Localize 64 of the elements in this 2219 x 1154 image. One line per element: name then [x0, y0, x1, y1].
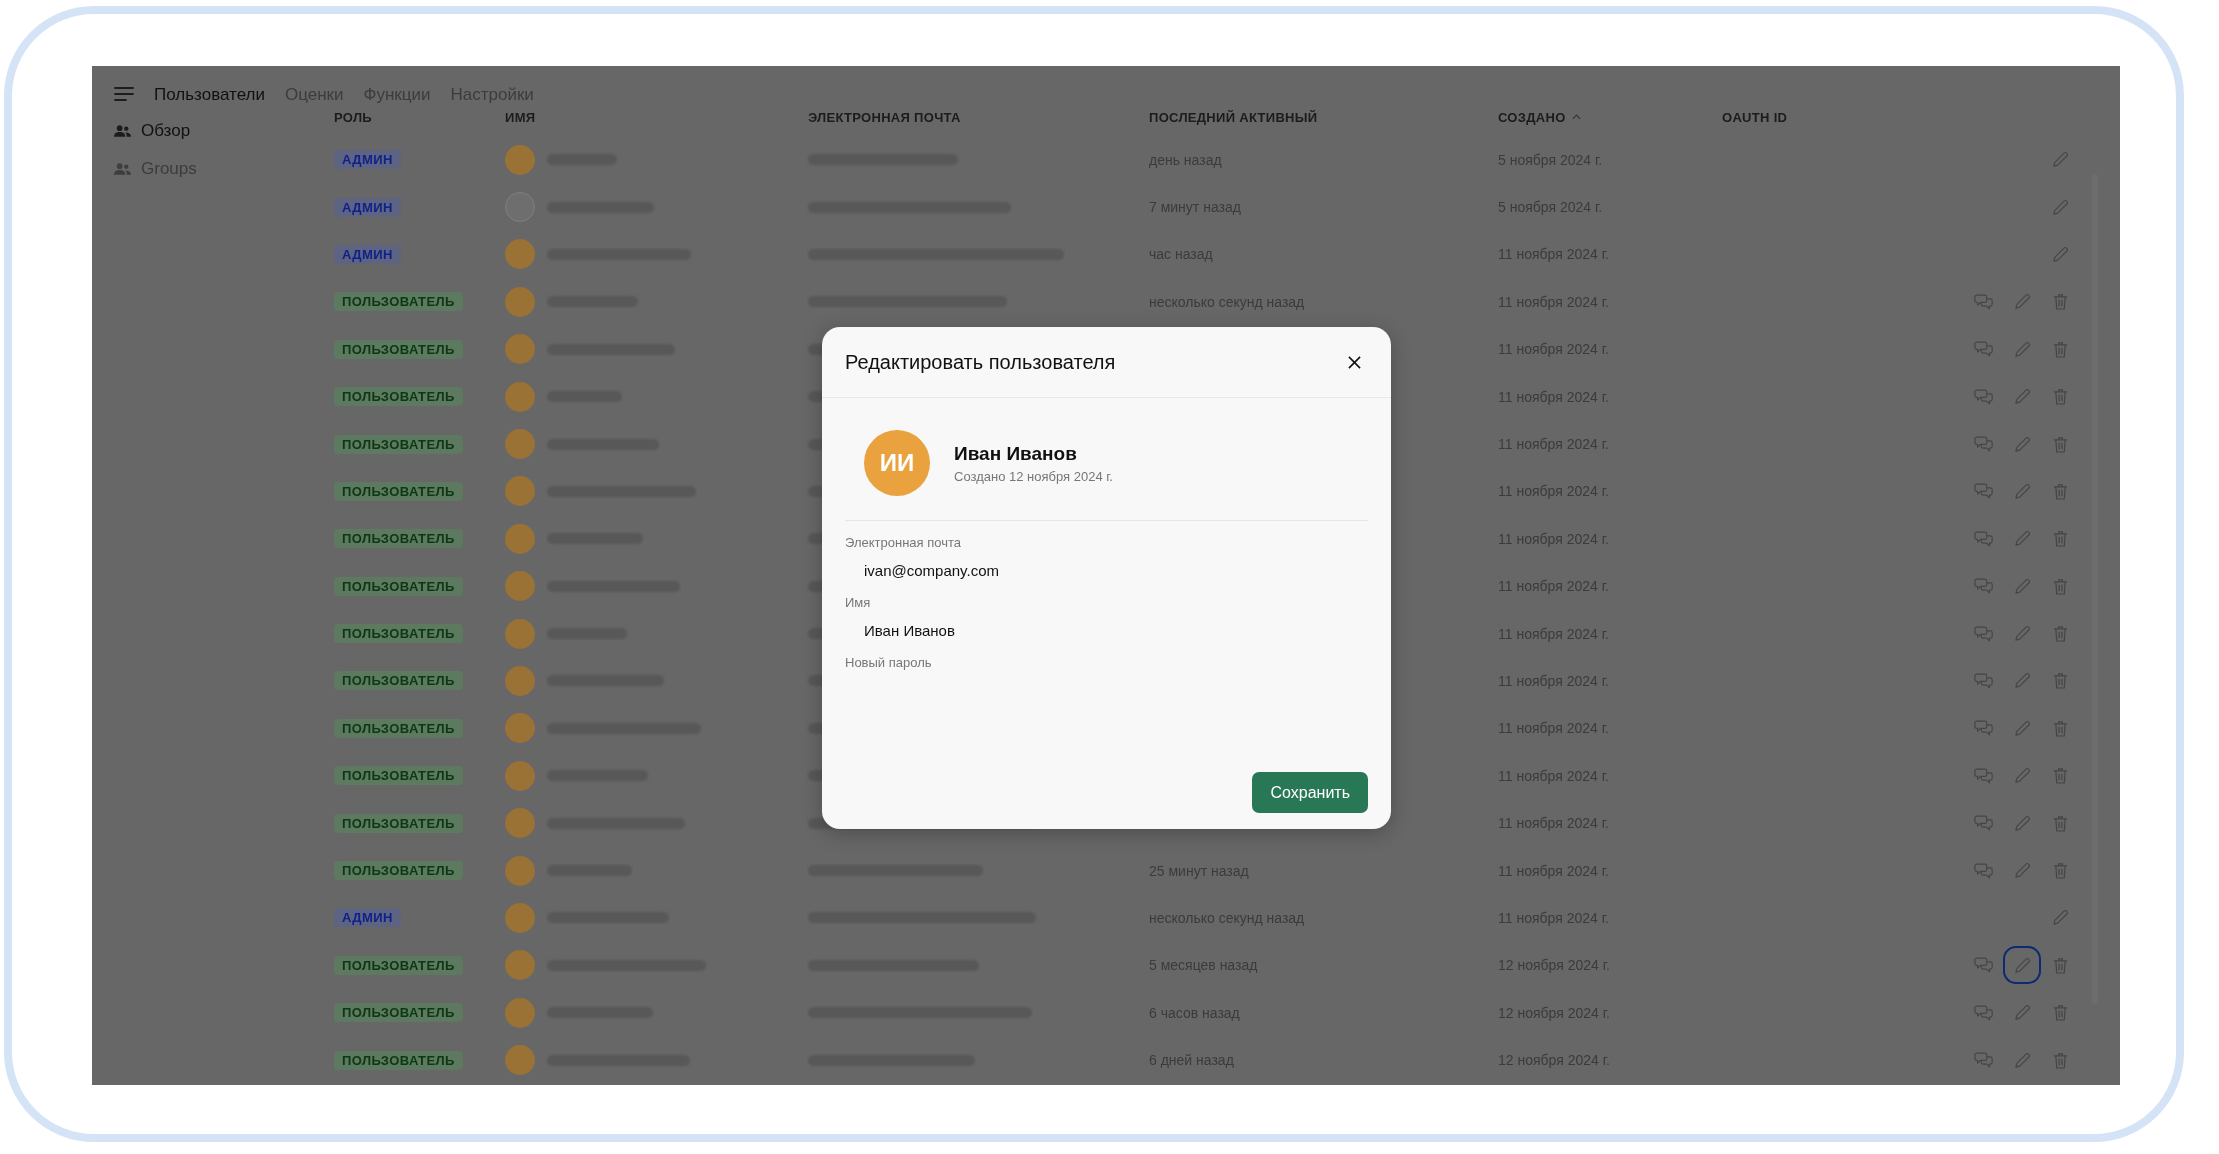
nav-tab[interactable]: Пользователи — [154, 84, 265, 106]
role-badge: ПОЛЬЗОВАТЕЛЬ — [334, 955, 463, 975]
role-badge: ПОЛЬЗОВАТЕЛЬ — [334, 1003, 463, 1023]
pencil-icon — [2051, 245, 2069, 263]
pencil-icon — [2013, 577, 2031, 595]
role-badge: ПОЛЬЗОВАТЕЛЬ — [334, 766, 463, 786]
avatar: ИИ — [864, 430, 930, 496]
role-badge: ПОЛЬЗОВАТЕЛЬ — [334, 387, 463, 407]
save-button[interactable]: Сохранить — [1252, 772, 1368, 813]
role-badge: АДМИН — [334, 244, 401, 264]
created-date: Создано 12 ноября 2024 г. — [954, 468, 1113, 484]
dialog-title: Редактировать пользователя — [845, 350, 1116, 374]
close-icon[interactable] — [1348, 355, 1361, 369]
pencil-icon — [2013, 956, 2031, 974]
pencil-icon — [2013, 293, 2031, 311]
role-badge: ПОЛЬЗОВАТЕЛЬ — [334, 481, 463, 501]
column-header[interactable]: СОЗДАНО — [1498, 109, 1581, 125]
field-label: Электронная почта — [845, 535, 961, 550]
input-field[interactable]: ivan@company.com — [845, 554, 1183, 587]
pencil-icon — [2013, 1051, 2031, 1069]
role-badge: ПОЛЬЗОВАТЕЛЬ — [334, 529, 463, 549]
role-badge: ПОЛЬЗОВАТЕЛЬ — [334, 292, 463, 312]
pencil-icon — [2013, 862, 2031, 880]
role-badge: ПОЛЬЗОВАТЕЛЬ — [334, 434, 463, 454]
role-badge: ПОЛЬЗОВАТЕЛЬ — [334, 339, 463, 359]
user-name: Иван Иванов — [954, 442, 1077, 465]
pencil-icon — [2013, 388, 2031, 406]
pencil-icon — [2013, 482, 2031, 500]
pencil-icon — [2013, 530, 2031, 548]
role-badge: ПОЛЬЗОВАТЕЛЬ — [334, 718, 463, 738]
pencil-icon — [2051, 198, 2069, 216]
sidebar-item[interactable]: Обзор — [114, 112, 334, 150]
role-badge: АДМИН — [334, 150, 401, 170]
column-header[interactable]: OAUTH ID — [1722, 109, 1788, 125]
pencil-icon — [2013, 625, 2031, 643]
users-icon — [114, 162, 131, 176]
pencil-icon — [2013, 435, 2031, 453]
role-badge: ПОЛЬЗОВАТЕЛЬ — [334, 1050, 463, 1070]
input-field[interactable]: Иван Иванов — [845, 614, 1183, 647]
column-header[interactable]: ИМЯ — [505, 109, 536, 125]
sort-caret-icon — [1571, 114, 1581, 120]
role-badge: АДМИН — [334, 908, 401, 928]
pencil-icon — [2013, 814, 2031, 832]
column-header[interactable]: ПОСЛЕДНИЙ АКТИВНЫЙ — [1149, 109, 1318, 125]
role-badge: АДМИН — [334, 197, 401, 217]
menu-icon[interactable] — [114, 87, 134, 101]
column-header[interactable]: РОЛЬ — [334, 109, 372, 125]
field-label: Имя — [845, 595, 871, 610]
role-badge: ПОЛЬЗОВАТЕЛЬ — [334, 671, 463, 691]
role-badge: ПОЛЬЗОВАТЕЛЬ — [334, 861, 463, 881]
users-icon — [114, 124, 131, 138]
edit-button[interactable] — [2003, 946, 2041, 985]
column-header[interactable]: ЭЛЕКТРОННАЯ ПОЧТА — [808, 109, 961, 125]
pencil-icon — [2051, 909, 2069, 927]
pencil-icon — [2013, 340, 2031, 358]
field-label: Новый пароль — [845, 655, 932, 670]
role-badge: ПОЛЬЗОВАТЕЛЬ — [334, 813, 463, 833]
role-badge: ПОЛЬЗОВАТЕЛЬ — [334, 576, 463, 596]
pencil-icon — [2013, 1004, 2031, 1022]
role-badge: ПОЛЬЗОВАТЕЛЬ — [334, 624, 463, 644]
pencil-icon — [2013, 719, 2031, 737]
pencil-icon — [2013, 767, 2031, 785]
pencil-icon — [2051, 151, 2069, 169]
pencil-icon — [2013, 672, 2031, 690]
